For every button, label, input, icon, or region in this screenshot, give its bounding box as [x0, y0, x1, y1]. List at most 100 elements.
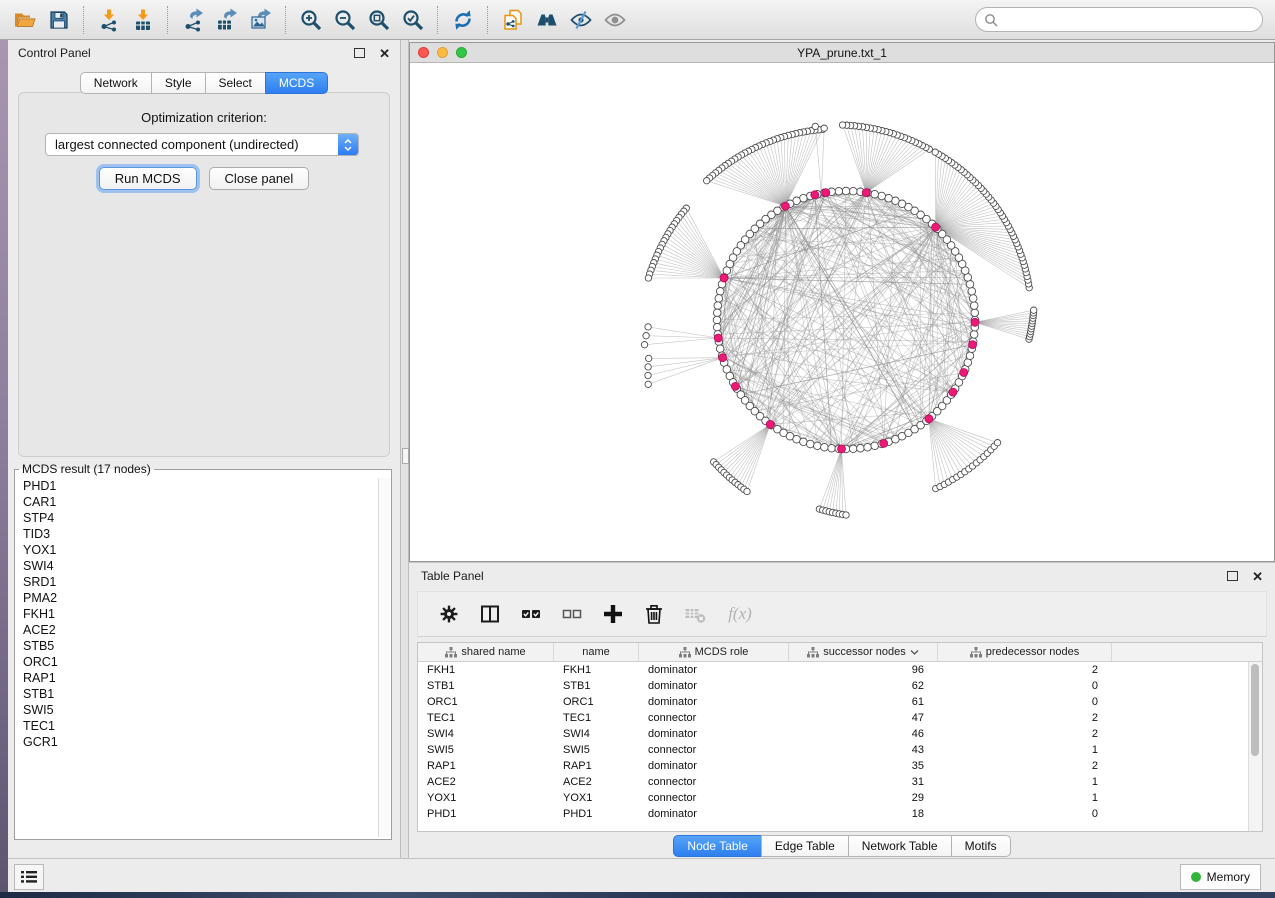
toolbar-separator [167, 6, 169, 34]
zoom-in-icon[interactable] [294, 4, 328, 36]
table-cell: dominator [639, 726, 789, 742]
mcds-result-item[interactable]: STB1 [23, 686, 378, 702]
table-cell: connector [639, 710, 789, 726]
search-input[interactable] [1003, 12, 1254, 28]
mcds-result-item[interactable]: TEC1 [23, 718, 378, 734]
select-all-icon[interactable] [518, 601, 544, 627]
mcds-result-item[interactable]: TID3 [23, 526, 378, 542]
tab-edge-table[interactable]: Edge Table [761, 835, 849, 857]
deselect-all-icon[interactable] [559, 601, 585, 627]
optimization-criterion-label: Optimization criterion: [8, 110, 400, 125]
add-column-icon[interactable] [600, 601, 626, 627]
mcds-result-item[interactable]: SRD1 [23, 574, 378, 590]
column-header-shared-name[interactable]: shared name [418, 643, 554, 661]
minimize-window-icon[interactable] [437, 47, 448, 58]
mcds-result-title: MCDS result (17 nodes) [19, 462, 154, 476]
export-image-icon[interactable] [244, 4, 278, 36]
table-row[interactable]: YOX1YOX1connector291 [418, 790, 1262, 806]
tab-motifs[interactable]: Motifs [951, 835, 1011, 857]
traffic-lights [418, 47, 467, 58]
column-header-successor-nodes[interactable]: successor nodes [789, 643, 938, 661]
delete-column-icon[interactable] [641, 601, 667, 627]
import-table-icon[interactable] [126, 4, 160, 36]
table-row[interactable]: STB1STB1dominator620 [418, 678, 1262, 694]
mcds-result-item[interactable]: ORC1 [23, 654, 378, 670]
table-cell: SWI4 [418, 726, 554, 742]
table-cell: dominator [639, 694, 789, 710]
toolbar-icon-groups [8, 4, 632, 36]
hide-selected-icon[interactable] [564, 4, 598, 36]
export-network-icon[interactable] [176, 4, 210, 36]
mcds-result-item[interactable]: FKH1 [23, 606, 378, 622]
mcds-result-item[interactable]: GCR1 [23, 734, 378, 750]
tab-network-table[interactable]: Network Table [848, 835, 952, 857]
table-cell: STB1 [554, 678, 639, 694]
criterion-dropdown[interactable]: largest connected component (undirected) [45, 133, 359, 156]
tab-mcds[interactable]: MCDS [265, 72, 328, 94]
mcds-result-item[interactable]: SWI4 [23, 558, 378, 574]
table-scrollbar[interactable] [1248, 662, 1262, 831]
mcds-result-item[interactable]: RAP1 [23, 670, 378, 686]
export-table-icon[interactable] [210, 4, 244, 36]
network-canvas[interactable] [410, 63, 1274, 561]
maximize-window-icon[interactable] [456, 47, 467, 58]
mcds-result-item[interactable]: ACE2 [23, 622, 378, 638]
zoom-selected-icon[interactable] [396, 4, 430, 36]
column-header-predecessor-nodes[interactable]: predecessor nodes [938, 643, 1112, 661]
search-network-icon[interactable] [530, 4, 564, 36]
table-row[interactable]: ORC1ORC1dominator610 [418, 694, 1262, 710]
tab-network[interactable]: Network [80, 72, 152, 94]
table-cell: connector [639, 742, 789, 758]
mcds-result-item[interactable]: YOX1 [23, 542, 378, 558]
table-row[interactable]: TEC1TEC1connector472 [418, 710, 1262, 726]
table-row[interactable]: FKH1FKH1dominator962 [418, 662, 1262, 678]
table-row[interactable]: SWI4SWI4dominator462 [418, 726, 1262, 742]
import-network-icon[interactable] [92, 4, 126, 36]
table-row[interactable]: SWI5SWI5connector431 [418, 742, 1262, 758]
network-graph[interactable] [410, 63, 1274, 561]
mcds-result-item[interactable]: STB5 [23, 638, 378, 654]
refresh-icon[interactable] [446, 4, 480, 36]
memory-button[interactable]: Memory [1180, 864, 1261, 890]
table-row[interactable]: RAP1RAP1dominator352 [418, 758, 1262, 774]
mcds-list-scrollbar[interactable] [378, 478, 391, 837]
close-window-icon[interactable] [418, 47, 429, 58]
close-panel-button[interactable]: Close panel [209, 167, 310, 190]
table-cell: dominator [639, 758, 789, 774]
mcds-result-item[interactable]: PHD1 [23, 478, 378, 494]
criterion-value: largest connected component (undirected) [46, 137, 338, 152]
column-header-name[interactable]: name [554, 643, 639, 661]
tab-select[interactable]: Select [205, 72, 266, 94]
zoom-out-icon[interactable] [328, 4, 362, 36]
task-history-button[interactable] [14, 864, 44, 890]
mcds-result-item[interactable]: PMA2 [23, 590, 378, 606]
gear-icon[interactable] [436, 601, 462, 627]
column-header-MCDS-role[interactable]: MCDS role [639, 643, 789, 661]
close-panel-icon[interactable]: ✕ [379, 47, 390, 60]
cytoscape-window: Control Panel ✕ NetworkStyleSelectMCDS O… [0, 0, 1275, 898]
splitter-grip[interactable] [402, 448, 409, 464]
table-row[interactable]: PHD1PHD1dominator180 [418, 806, 1262, 822]
tab-node-table[interactable]: Node Table [673, 835, 762, 857]
mcds-result-item[interactable]: STP4 [23, 510, 378, 526]
table-scrollbar-thumb[interactable] [1251, 664, 1259, 756]
close-table-panel-icon[interactable]: ✕ [1252, 570, 1263, 583]
zoom-fit-icon[interactable] [362, 4, 396, 36]
open-folder-icon[interactable] [8, 4, 42, 36]
float-table-panel-icon[interactable] [1227, 571, 1238, 581]
table-panel-header: Table Panel ✕ [409, 563, 1275, 589]
table-row[interactable]: ACE2ACE2connector311 [418, 774, 1262, 790]
mcds-result-item[interactable]: SWI5 [23, 702, 378, 718]
tab-style[interactable]: Style [151, 72, 206, 94]
clone-network-icon[interactable] [496, 4, 530, 36]
run-mcds-button[interactable]: Run MCDS [99, 167, 197, 190]
table-cell: ORC1 [554, 694, 639, 710]
vertical-splitter[interactable] [400, 40, 409, 858]
table-cell: FKH1 [418, 662, 554, 678]
save-icon[interactable] [42, 4, 76, 36]
float-panel-icon[interactable] [354, 48, 365, 58]
mcds-result-item[interactable]: CAR1 [23, 494, 378, 510]
desktop-background-left [0, 40, 8, 898]
columns-icon[interactable] [477, 601, 503, 627]
show-all-icon[interactable] [598, 4, 632, 36]
